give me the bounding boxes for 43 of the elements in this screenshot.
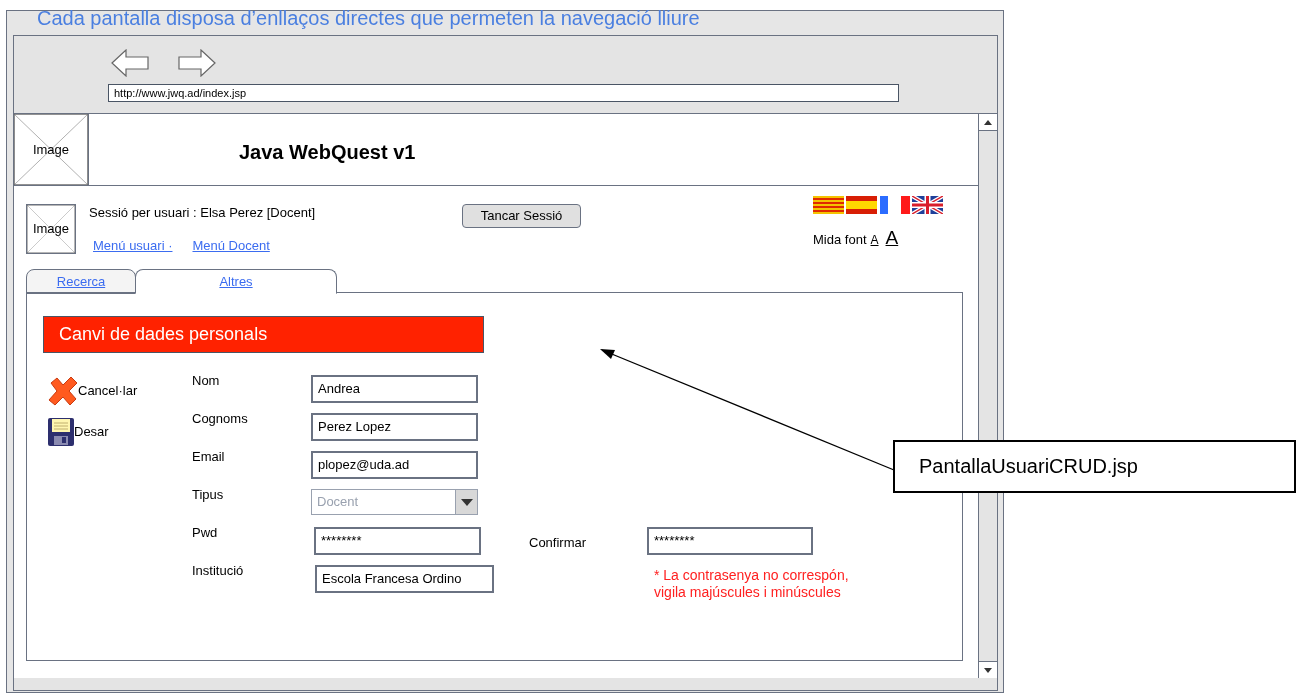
- field-label: Institució: [192, 563, 245, 579]
- forward-arrow-icon[interactable]: [178, 49, 216, 77]
- scroll-down-button[interactable]: [979, 661, 997, 678]
- password-field[interactable]: ********: [314, 527, 481, 555]
- error-message: * La contrasenya no correspón, vigila majúscules i minúscules: [654, 567, 850, 601]
- save-link[interactable]: Desar: [74, 424, 109, 440]
- caption: Cada pantalla disposa d’enllaços directes que permeten la navegació lliure: [37, 7, 700, 29]
- site-title: Java WebQuest v1: [239, 140, 416, 165]
- small-font-link[interactable]: A: [870, 233, 879, 248]
- flag-icon[interactable]: [879, 196, 910, 214]
- x-mark-icon: [47, 375, 79, 407]
- field-label: Pwd: [192, 525, 219, 541]
- placeholder-label: Image: [32, 140, 70, 159]
- text-field[interactable]: Escola Francesa Ordino: [315, 565, 494, 593]
- cancel-link[interactable]: Cancel·lar: [78, 383, 138, 399]
- address-bar[interactable]: http://www.jwq.ad/index.jsp: [108, 84, 899, 102]
- field-label: Tipus: [192, 487, 225, 503]
- text-field[interactable]: Perez Lopez: [311, 413, 478, 441]
- up-triangle-icon: [984, 119, 992, 125]
- placeholder-label: Image: [32, 220, 70, 239]
- text-field[interactable]: plopez@uda.ad: [311, 451, 478, 479]
- session-info: Sessió per usuari : Elsa Perez [Docent]: [89, 205, 317, 221]
- dropdown-arrow-icon: [460, 498, 473, 506]
- large-font-link[interactable]: A: [885, 228, 899, 248]
- tab[interactable]: Altres: [135, 269, 337, 294]
- field-label: Confirmar: [529, 535, 588, 551]
- menu-link[interactable]: Menú usuari ·: [93, 238, 173, 254]
- field-label: Email: [192, 449, 226, 465]
- field-label: Nom: [192, 373, 221, 389]
- logout-button[interactable]: Tancar Sessió: [462, 203, 581, 228]
- back-arrow-icon[interactable]: [111, 49, 149, 77]
- scroll-up-button[interactable]: [979, 114, 997, 131]
- section-header: Canvi de dades personals: [43, 316, 484, 353]
- field-label: Cognoms: [192, 411, 249, 427]
- password-field[interactable]: ********: [647, 527, 813, 555]
- annotation-label: PantallaUsuariCRUD.jsp: [893, 440, 1296, 493]
- flag-icon[interactable]: [912, 196, 943, 214]
- font-size-label: Mida font: [813, 232, 867, 248]
- tab[interactable]: Recerca: [26, 269, 136, 294]
- menu-link[interactable]: Menú Docent: [192, 238, 270, 254]
- down-triangle-icon: [984, 667, 992, 673]
- text-field[interactable]: Andrea: [311, 375, 478, 403]
- image-placeholder: [27, 205, 75, 253]
